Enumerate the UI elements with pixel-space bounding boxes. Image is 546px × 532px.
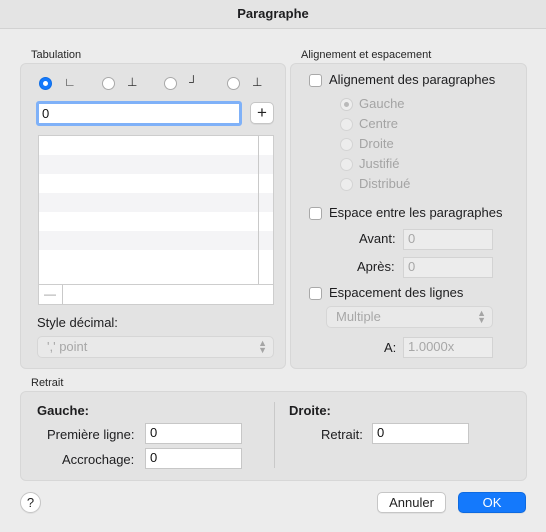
- tab-position-input[interactable]: 0: [36, 101, 242, 126]
- hanging-input[interactable]: 0: [145, 448, 242, 469]
- list-item: [39, 250, 273, 269]
- list-button-divider: [62, 285, 63, 304]
- align-droite-label: Droite: [359, 136, 394, 151]
- chevron-up-down-icon: ▲ ▼: [477, 308, 486, 325]
- align-gauche-label: Gauche: [359, 96, 405, 111]
- line-spacing-popup[interactable]: Multiple ▲ ▼: [326, 306, 493, 328]
- paragraph-dialog: Paragraphe Tabulation ∟ ⊥ ┘ ⊥ 0 + — Styl…: [0, 0, 546, 532]
- list-footer-divider: [39, 284, 273, 285]
- tab-decimal-icon: ⊥: [252, 75, 263, 89]
- list-item: [39, 231, 273, 250]
- align-distribue-label: Distribué: [359, 176, 411, 191]
- after-input[interactable]: 0: [403, 257, 493, 278]
- tab-right-icon: ┘: [189, 75, 198, 89]
- list-scroll-divider: [258, 136, 259, 284]
- list-item: [39, 174, 273, 193]
- align-droite-radio: [340, 138, 353, 151]
- align-gauche-radio: [340, 98, 353, 111]
- remove-tab-button[interactable]: —: [44, 287, 56, 301]
- alignment-section-label: Alignement et espacement: [301, 49, 432, 61]
- first-line-label: Première ligne:: [47, 427, 135, 442]
- paragraph-spacing-checkbox[interactable]: [309, 207, 322, 220]
- first-line-input[interactable]: 0: [145, 423, 242, 444]
- tab-type-right-radio[interactable]: [164, 77, 177, 90]
- indent-divider: [274, 402, 275, 468]
- indent-left-heading: Gauche:: [37, 403, 90, 418]
- list-item: [39, 212, 273, 231]
- align-justifie-radio: [340, 158, 353, 171]
- dialog-title: Paragraphe: [0, 0, 546, 29]
- right-indent-label: Retrait:: [321, 427, 363, 442]
- before-label: Avant:: [359, 231, 396, 246]
- align-justifie-label: Justifié: [359, 156, 400, 171]
- add-tab-button[interactable]: +: [250, 102, 274, 124]
- hanging-label: Accrochage:: [62, 452, 135, 467]
- indent-section-label: Retrait: [31, 377, 64, 389]
- tab-stops-list[interactable]: [38, 135, 274, 305]
- tab-center-icon: ⊥: [127, 75, 138, 89]
- decimal-style-value: ',' point: [47, 339, 88, 354]
- tabulation-section-label: Tabulation: [31, 49, 82, 61]
- list-item: [39, 193, 273, 212]
- line-spacing-value: Multiple: [336, 309, 381, 324]
- tab-type-center-radio[interactable]: [102, 77, 115, 90]
- at-label: A:: [384, 340, 397, 355]
- paragraph-alignment-label: Alignement des paragraphes: [329, 72, 496, 87]
- cancel-button[interactable]: Annuler: [377, 492, 446, 513]
- tab-left-icon: ∟: [64, 75, 76, 89]
- ok-button[interactable]: OK: [458, 492, 526, 513]
- decimal-style-popup[interactable]: ',' point ▲ ▼: [37, 336, 274, 358]
- at-input[interactable]: 1.0000x: [403, 337, 493, 358]
- list-item: [39, 155, 273, 174]
- decimal-style-label: Style décimal:: [37, 315, 118, 330]
- tab-type-left-radio[interactable]: [39, 77, 52, 90]
- align-centre-radio: [340, 118, 353, 131]
- list-item: [39, 136, 273, 155]
- right-indent-input[interactable]: 0: [372, 423, 469, 444]
- chevron-up-down-icon: ▲ ▼: [258, 338, 267, 355]
- after-label: Après:: [357, 259, 395, 274]
- indent-right-heading: Droite:: [289, 403, 331, 418]
- help-button[interactable]: ?: [20, 492, 41, 513]
- paragraph-alignment-checkbox[interactable]: [309, 74, 322, 87]
- line-spacing-label: Espacement des lignes: [329, 285, 464, 300]
- align-distribue-radio: [340, 178, 353, 191]
- paragraph-spacing-label: Espace entre les paragraphes: [329, 205, 503, 220]
- tab-type-decimal-radio[interactable]: [227, 77, 240, 90]
- before-input[interactable]: 0: [403, 229, 493, 250]
- line-spacing-checkbox[interactable]: [309, 287, 322, 300]
- align-centre-label: Centre: [359, 116, 399, 131]
